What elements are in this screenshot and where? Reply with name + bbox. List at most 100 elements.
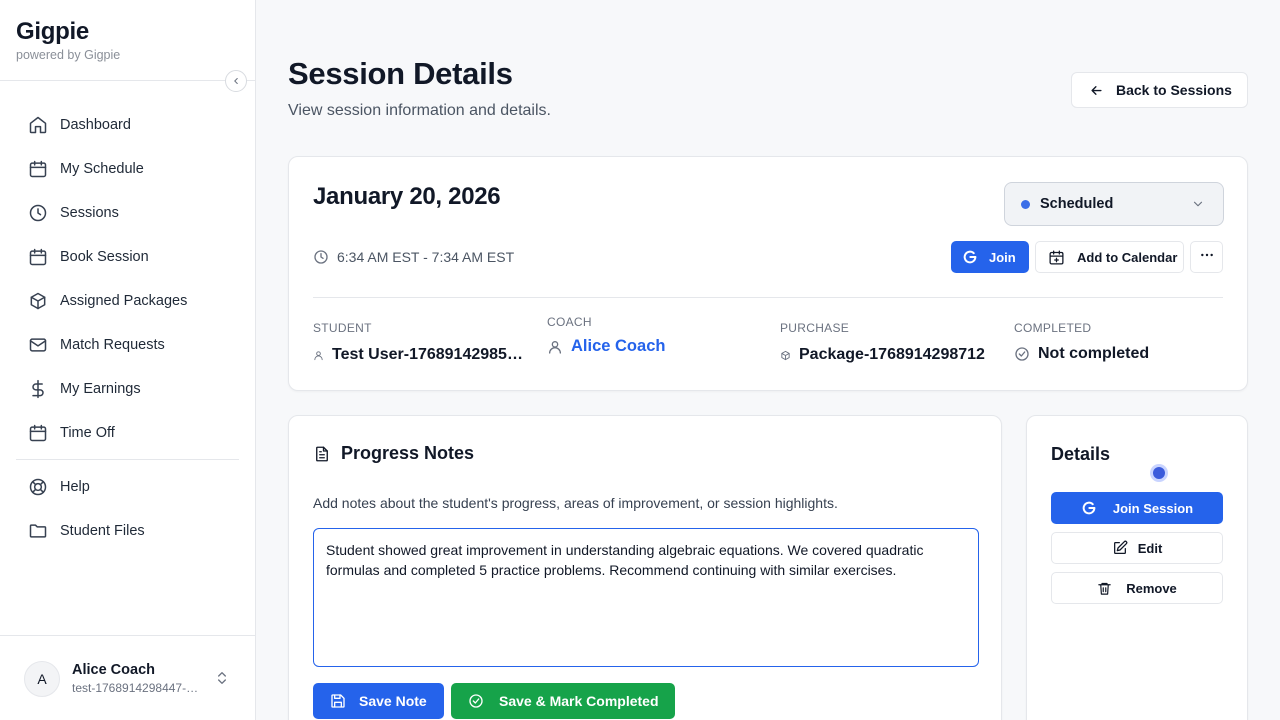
- edit-button[interactable]: Edit: [1051, 532, 1223, 564]
- collapse-sidebar-button[interactable]: [225, 70, 247, 92]
- page-subtitle: View session information and details.: [288, 102, 551, 119]
- save-note-label: Save Note: [359, 693, 427, 709]
- progress-notes-help: Add notes about the student's progress, …: [313, 495, 838, 511]
- completed-value: Not completed: [1038, 345, 1150, 362]
- calendar-icon: [27, 422, 49, 444]
- mail-icon: [27, 334, 49, 356]
- save-icon: [330, 693, 346, 709]
- live-indicator-dot: [1153, 467, 1165, 479]
- clock-icon: [27, 202, 49, 224]
- brand-subtitle: powered by Gigpie: [16, 48, 121, 62]
- more-options-button[interactable]: [1190, 241, 1223, 273]
- back-to-sessions-button[interactable]: Back to Sessions: [1071, 72, 1248, 108]
- remove-button[interactable]: Remove: [1051, 572, 1223, 604]
- trash-icon: [1097, 581, 1112, 596]
- add-to-calendar-button[interactable]: Add to Calendar: [1035, 241, 1184, 273]
- purchase-label: PURCHASE: [780, 321, 850, 335]
- status-select[interactable]: Scheduled: [1004, 182, 1224, 226]
- calendar-icon: [27, 158, 49, 180]
- file-text-icon: [313, 444, 331, 464]
- details-title: Details: [1051, 444, 1111, 464]
- details-card: Details Join Session Edit Remove: [1026, 415, 1248, 720]
- clock-icon: [313, 249, 329, 265]
- home-icon: [27, 114, 49, 136]
- save-and-complete-label: Save & Mark Completed: [499, 693, 659, 709]
- completed-label: COMPLETED: [1014, 321, 1092, 335]
- brand-title: Gigpie: [16, 18, 89, 45]
- session-card: January 20, 2026 Scheduled 6:34 AM EST -…: [288, 156, 1248, 391]
- join-session-label: Join Session: [1112, 500, 1194, 516]
- session-time: 6:34 AM EST - 7:34 AM EST: [313, 249, 514, 265]
- sidebar: Gigpie powered by Gigpie Dashboard My Sc…: [0, 0, 256, 720]
- sidebar-item-match-requests[interactable]: Match Requests: [16, 323, 239, 367]
- sidebar-item-my-earnings[interactable]: My Earnings: [16, 367, 239, 411]
- sidebar-item-label: My Schedule: [60, 161, 144, 177]
- coach-label: COACH: [547, 315, 592, 329]
- student-label: STUDENT: [313, 321, 372, 335]
- chevrons-up-down-icon: [214, 670, 230, 691]
- progress-notes-title: Progress Notes: [341, 443, 475, 463]
- sidebar-item-assigned-packages[interactable]: Assigned Packages: [16, 279, 239, 323]
- card-divider: [313, 297, 1223, 298]
- google-icon: [1081, 500, 1097, 516]
- progress-notes-heading: Progress Notes: [313, 443, 474, 464]
- sidebar-item-sessions[interactable]: Sessions: [16, 191, 239, 235]
- remove-label: Remove: [1126, 580, 1177, 596]
- page-title: Session Details: [288, 56, 513, 91]
- completed-info: COMPLETED Not completed: [1014, 321, 1224, 363]
- user-menu[interactable]: A Alice Coach test-1768914298447-coach@e…: [0, 635, 255, 720]
- user-name: Alice Coach: [72, 662, 155, 678]
- user-icon: [313, 350, 324, 361]
- nav-divider: [16, 459, 239, 460]
- time-range: 6:34 AM EST - 7:34 AM EST: [337, 249, 515, 265]
- calendar-plus-icon: [1048, 249, 1065, 266]
- chevron-down-icon: [1191, 197, 1205, 216]
- session-date: January 20, 2026: [313, 183, 501, 210]
- join-button[interactable]: Join: [951, 241, 1029, 273]
- join-session-button[interactable]: Join Session: [1051, 492, 1223, 524]
- arrow-left-icon: [1089, 83, 1104, 98]
- add-to-calendar-label: Add to Calendar: [1077, 249, 1178, 265]
- join-label: Join: [989, 249, 1016, 265]
- sidebar-item-my-schedule[interactable]: My Schedule: [16, 147, 239, 191]
- status-dot: [1021, 199, 1030, 209]
- save-note-button[interactable]: Save Note: [313, 683, 444, 719]
- sidebar-nav: Dashboard My Schedule Sessions Book Sess…: [16, 103, 239, 553]
- sidebar-item-label: Student Files: [60, 523, 145, 539]
- sidebar-item-label: Help: [60, 479, 90, 495]
- user-icon: [547, 339, 563, 355]
- brand: Gigpie powered by Gigpie: [16, 18, 120, 62]
- sidebar-item-student-files[interactable]: Student Files: [16, 509, 239, 553]
- chevron-left-icon: [234, 77, 238, 85]
- calendar-icon: [27, 246, 49, 268]
- progress-notes-textarea[interactable]: Student showed great improvement in unde…: [313, 528, 979, 667]
- save-and-complete-button[interactable]: Save & Mark Completed: [451, 683, 675, 719]
- sidebar-item-label: Assigned Packages: [60, 293, 188, 309]
- avatar: A: [24, 661, 60, 697]
- more-horizontal-icon: [1199, 247, 1215, 268]
- sidebar-item-dashboard[interactable]: Dashboard: [16, 103, 239, 147]
- status-value: Scheduled: [1040, 196, 1114, 212]
- folder-icon: [27, 520, 49, 542]
- check-circle-icon: [468, 693, 484, 709]
- edit-icon: [1112, 540, 1128, 556]
- sidebar-item-help[interactable]: Help: [16, 465, 239, 509]
- sidebar-item-time-off[interactable]: Time Off: [16, 411, 239, 455]
- purchase-value: Package-1768914298712: [799, 346, 985, 363]
- sidebar-item-label: Sessions: [60, 205, 119, 221]
- sidebar-item-book-session[interactable]: Book Session: [16, 235, 239, 279]
- google-icon: [962, 249, 978, 265]
- student-value: Test User-1768914298577: [332, 346, 523, 363]
- package-icon: [780, 350, 791, 361]
- coach-link[interactable]: Alice Coach: [571, 337, 665, 356]
- sidebar-item-label: Match Requests: [60, 337, 165, 353]
- dollar-icon: [27, 378, 49, 400]
- user-email: test-1768914298447-coach@example.com: [72, 681, 202, 695]
- student-info: STUDENT Test User-1768914298577: [313, 321, 523, 364]
- sidebar-item-label: Book Session: [60, 249, 149, 265]
- sidebar-item-label: My Earnings: [60, 381, 141, 397]
- purchase-info: PURCHASE Package-1768914298712: [780, 321, 990, 364]
- edit-label: Edit: [1137, 540, 1163, 556]
- package-icon: [27, 290, 49, 312]
- back-button-label: Back to Sessions: [1116, 82, 1232, 98]
